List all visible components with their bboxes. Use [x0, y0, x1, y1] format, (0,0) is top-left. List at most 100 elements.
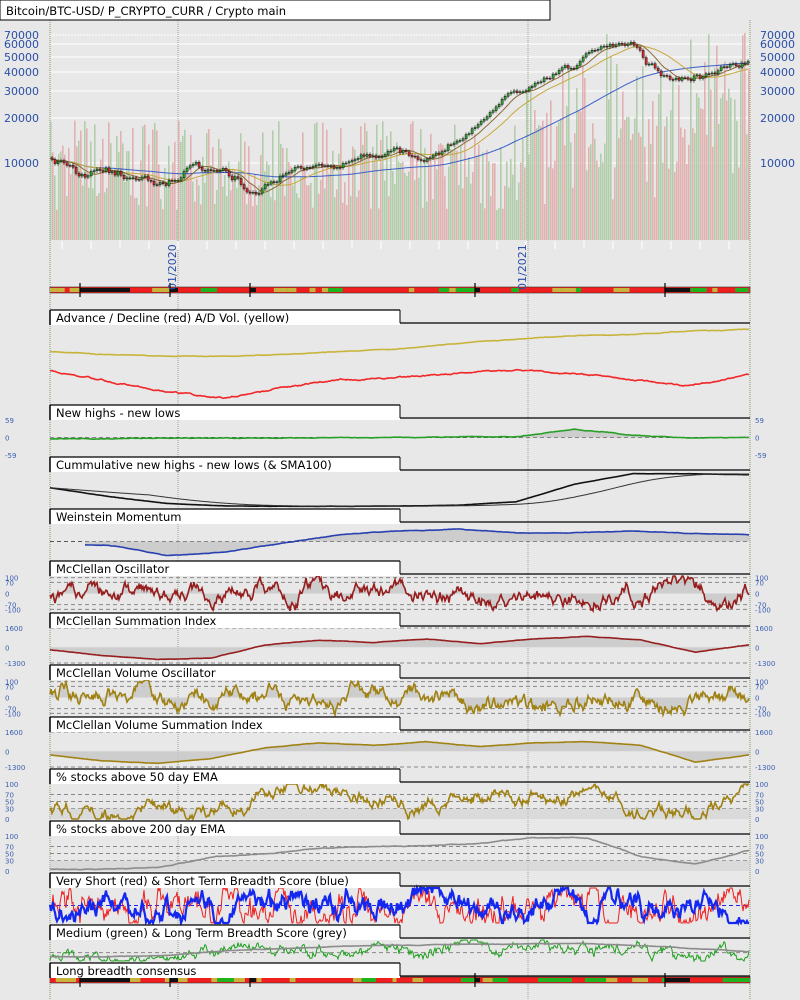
consensus-segment — [222, 978, 234, 982]
candle — [407, 151, 411, 156]
candle — [281, 174, 285, 177]
volume-bar — [274, 200, 276, 240]
volume-bar — [372, 146, 374, 240]
consensus-segment — [650, 288, 664, 292]
candle — [266, 183, 270, 186]
panel-axis-label-right: -59 — [755, 452, 766, 460]
candle — [194, 162, 198, 165]
price-axis-label-left: 50000 — [4, 51, 39, 64]
volume-bar — [282, 147, 284, 240]
panel-axis-label-left: -1300 — [5, 764, 25, 772]
candle — [623, 43, 627, 46]
volume-bar — [464, 139, 466, 240]
consensus-segment-dark — [80, 288, 130, 292]
volume-bar — [636, 76, 638, 240]
volume-bar — [72, 161, 74, 240]
volume-bar — [546, 112, 548, 240]
price-axis-label-left: 10000 — [4, 157, 39, 170]
consensus-segment — [259, 288, 266, 292]
candle — [629, 42, 633, 45]
consensus-segment — [538, 978, 545, 982]
candle — [206, 169, 210, 172]
volume-bar — [166, 186, 168, 240]
volume-bar — [412, 121, 414, 240]
volume-bar — [488, 161, 490, 240]
volume-bar — [692, 128, 694, 240]
volume-bar — [348, 167, 350, 240]
volume-bar — [416, 154, 418, 240]
volume-bar — [314, 123, 316, 240]
candle — [461, 138, 465, 141]
candle — [71, 165, 75, 168]
volume-bar — [98, 193, 100, 240]
consensus-segment-dark — [665, 978, 690, 982]
candle — [419, 159, 423, 161]
volume-bar — [344, 182, 346, 240]
candle — [248, 191, 252, 194]
candle — [338, 167, 342, 169]
candle — [215, 170, 219, 172]
volume-bar — [62, 145, 64, 240]
consensus-segment — [297, 978, 314, 982]
candle — [734, 63, 738, 66]
volume-bar — [554, 160, 556, 240]
panel-axis-label-right: 1600 — [755, 625, 773, 633]
volume-bar — [580, 111, 582, 241]
panel-axis-label-right: 0 — [755, 868, 759, 876]
volume-bar — [642, 66, 644, 240]
consensus-segment — [139, 288, 153, 292]
volume-bar — [222, 186, 224, 240]
volume-bar — [320, 180, 322, 240]
volume-bar — [96, 196, 98, 240]
candle — [665, 75, 669, 77]
volume-bar — [276, 186, 278, 240]
candle — [686, 77, 690, 80]
volume-bar — [50, 121, 52, 240]
volume-bar — [706, 134, 708, 240]
consensus-segment — [490, 288, 500, 292]
candle — [293, 166, 297, 171]
candle — [89, 171, 93, 176]
consensus-segment — [208, 288, 217, 292]
panel-axis-label-right: -1300 — [755, 764, 775, 772]
consensus-segment — [328, 288, 343, 292]
candle — [431, 155, 435, 159]
consensus-segment — [648, 978, 654, 982]
volume-bar — [632, 133, 634, 240]
volume-bar — [390, 131, 392, 240]
consensus-segment — [556, 978, 573, 982]
candle — [608, 43, 612, 47]
candle — [542, 77, 546, 82]
volume-bar — [292, 185, 294, 240]
volume-bar — [656, 125, 658, 240]
consensus-segment — [712, 288, 718, 292]
candle — [443, 150, 447, 152]
consensus-segment — [200, 288, 209, 292]
volume-bar — [180, 141, 182, 240]
volume-bar — [442, 145, 444, 240]
candle — [575, 65, 579, 69]
candle — [104, 167, 108, 172]
consensus-segment — [717, 288, 730, 292]
candle — [125, 177, 129, 180]
consensus-segment — [322, 288, 329, 292]
consensus-segment — [203, 978, 212, 982]
candle — [53, 159, 57, 164]
candle — [713, 72, 717, 75]
volume-bar — [588, 147, 590, 240]
volume-bar — [198, 185, 200, 240]
consensus-segment — [629, 288, 636, 292]
candle — [347, 161, 351, 164]
candle — [569, 67, 573, 70]
volume-bar — [648, 119, 650, 240]
volume-bar — [392, 171, 394, 240]
panel-axis-label-right: 0 — [755, 816, 759, 824]
volume-bar — [550, 100, 552, 240]
candle — [536, 82, 540, 84]
consensus-segment — [329, 978, 339, 982]
volume-bar — [726, 100, 728, 240]
candle — [530, 86, 534, 88]
candle — [263, 184, 267, 190]
candle — [695, 74, 699, 77]
volume-bar — [460, 145, 462, 240]
